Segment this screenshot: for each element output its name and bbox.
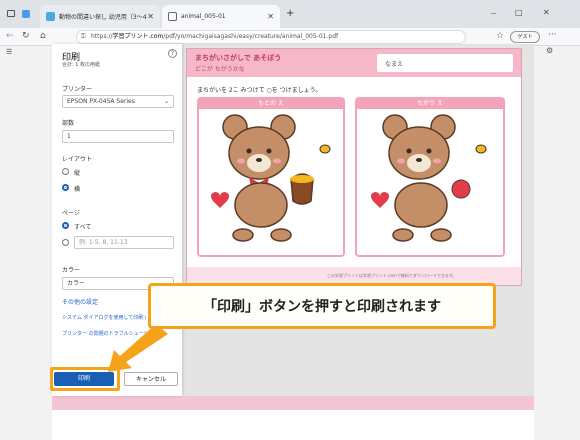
name-box: なまえ [377, 54, 513, 72]
callout-text: 「印刷」ボタンを押すと印刷されます [203, 299, 441, 315]
toc-icon[interactable]: ☰ [6, 48, 12, 56]
pages-range-radio[interactable] [62, 239, 69, 246]
tab-label: animal_005-01 [181, 13, 226, 20]
minimize-button[interactable]: － [490, 9, 497, 19]
page-footer-text: この学習プリントは学習プリント.comで無料でダウンロードできます。 [327, 273, 457, 278]
original-picture-frame: もとの え [197, 97, 345, 257]
name-label: なまえ [385, 61, 404, 68]
browser-titlebar: 動物の間違い探し 幼児用（3～4） ✕ animal_005-01 ✕ + － … [0, 0, 580, 28]
print-preview-page: まちがいさがしで あそぼう どこが ちがうかな なまえ まちがいを 2こ みつけ… [186, 48, 522, 286]
color-label: カラー [62, 267, 81, 274]
pages-all-label: すべて [74, 224, 92, 231]
bear-with-apple-illustration [370, 114, 487, 242]
back-icon[interactable]: ← [6, 31, 14, 41]
lock-icon: ⚿ [81, 33, 86, 40]
settings-gear-icon[interactable]: ⚙ [546, 46, 553, 55]
tab-label: 動物の間違い探し 幼児用（3～4） [59, 14, 148, 21]
page-heading-line1: まちがいさがしで あそぼう [195, 54, 282, 62]
document-icon [168, 12, 177, 21]
pdf-viewer-right-toolbar: ⚙ [534, 46, 580, 440]
layout-portrait-label: 縦 [74, 170, 81, 177]
instruction-text: まちがいを 2こ みつけて ○を つけましょう。 [197, 87, 322, 94]
pages-all-radio[interactable] [62, 222, 69, 229]
layout-landscape-radio[interactable] [62, 184, 69, 191]
printer-select[interactable]: EPSON PX-045A Series ⌄ [62, 95, 174, 108]
close-tab-icon[interactable]: ✕ [267, 12, 274, 21]
bear-with-honey-illustration [210, 114, 331, 242]
page-heading-line2: どこが ちがうかな [195, 66, 245, 73]
chevron-down-icon: ⌄ [163, 98, 169, 105]
tab-animal-list[interactable]: 動物の間違い探し 幼児用（3～4） ✕ [40, 5, 160, 28]
frame-label: ちがう え [357, 99, 503, 109]
copies-input[interactable]: 1 [62, 130, 174, 143]
maximize-button[interactable]: □ [515, 8, 523, 17]
callout-arrow-icon [108, 324, 168, 372]
layout-label: レイアウト [62, 156, 93, 163]
layout-landscape-label: 横 [74, 186, 81, 193]
pages-label: ページ [62, 210, 80, 217]
printer-label: プリンター [62, 86, 93, 93]
close-window-button[interactable]: ✕ [543, 8, 550, 17]
printer-value: EPSON PX-045A Series [67, 98, 135, 105]
favorites-star-icon[interactable]: ☆ [496, 31, 504, 41]
url-path: /pdf/yo/machigaisagashi/easy/creature/an… [163, 33, 339, 40]
workspaces-icon[interactable] [22, 10, 30, 18]
profile-label: ゲスト [517, 34, 533, 40]
tab-pdf[interactable]: animal_005-01 ✕ [162, 5, 280, 28]
more-menu-icon[interactable]: ··· [548, 30, 557, 40]
color-value: カラー [67, 280, 86, 287]
copies-label: 部数 [62, 120, 75, 127]
different-picture-frame: ちがう え [355, 97, 505, 257]
more-settings-link[interactable]: その他の設定 [62, 297, 98, 306]
frame-label: もとの え [199, 99, 343, 109]
help-icon[interactable]: ? [168, 49, 177, 58]
layout-portrait-radio[interactable] [62, 168, 69, 175]
url-host: 学習プリント.com [112, 33, 164, 40]
profile-button[interactable]: ゲスト [510, 31, 540, 43]
refresh-icon[interactable]: ↻ [22, 31, 30, 41]
instruction-callout: 「印刷」ボタンを押すと印刷されます [148, 283, 496, 329]
sheet-count: 合計: 1 枚の用紙 [62, 62, 101, 68]
site-favicon-icon [46, 12, 55, 21]
tab-actions-icon[interactable] [7, 10, 15, 17]
url-prefix: https:// [91, 33, 113, 40]
copies-value: 1 [67, 133, 71, 140]
close-tab-icon[interactable]: ✕ [147, 12, 154, 21]
home-icon[interactable]: ⌂ [40, 31, 46, 41]
address-bar[interactable]: ⚿ https://学習プリント.com/pdf/yo/machigaisaga… [76, 30, 466, 44]
pages-range-placeholder: 例: 1-5, 8, 11-13 [79, 239, 128, 246]
page-bottom-banner [52, 396, 534, 410]
pages-range-input[interactable]: 例: 1-5, 8, 11-13 [74, 236, 174, 249]
new-tab-button[interactable]: + [286, 8, 294, 19]
pdf-viewer-left-toolbar: ☰ [0, 46, 52, 440]
